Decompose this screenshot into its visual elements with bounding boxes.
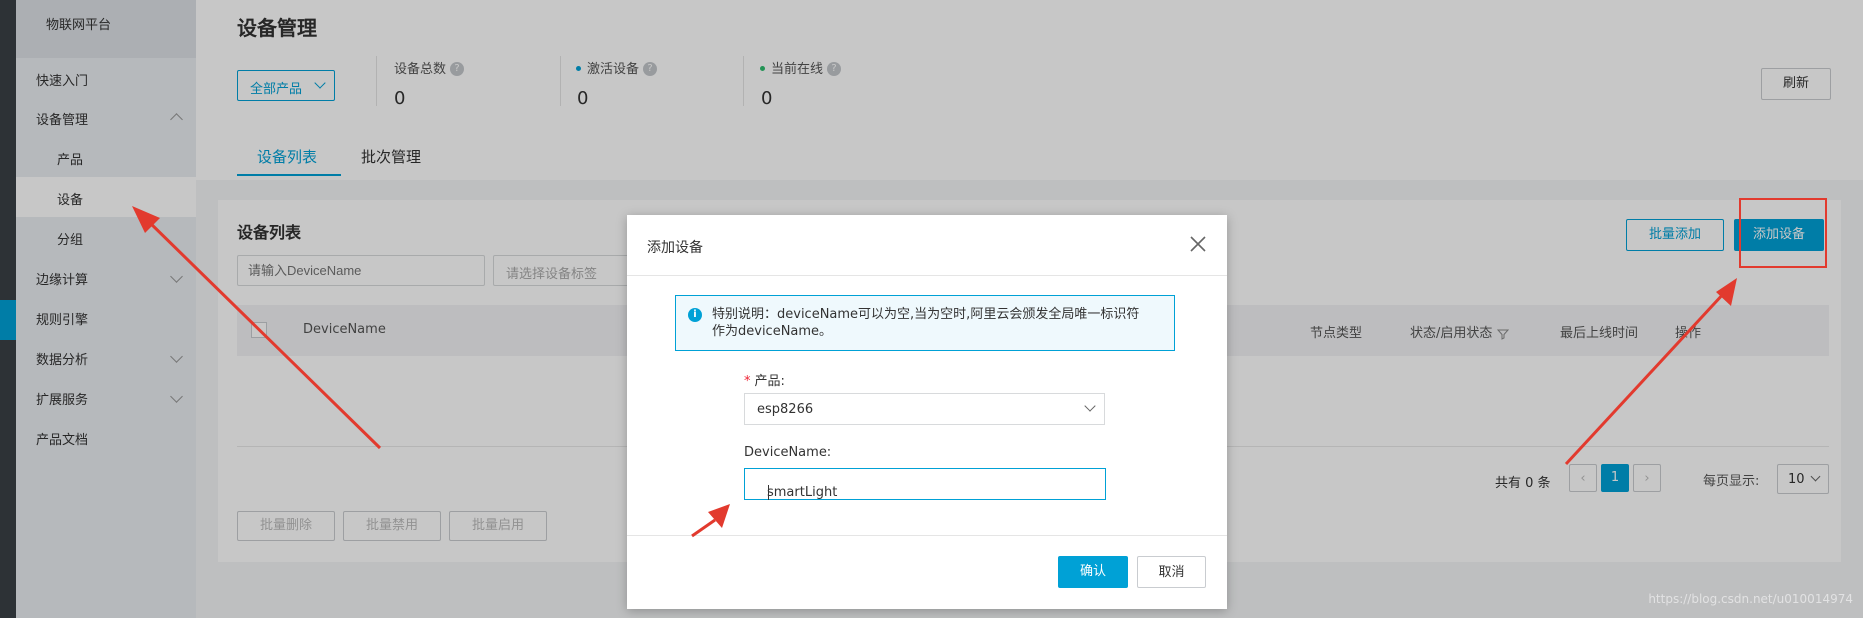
annotation-arrows — [132, 206, 1737, 538]
watermark: https://blog.csdn.net/u010014974 — [1648, 592, 1853, 606]
annotation-arrow-icon — [1564, 278, 1737, 466]
annotation-arrow-icon — [132, 206, 382, 450]
annotation-arrow-icon — [691, 504, 730, 538]
